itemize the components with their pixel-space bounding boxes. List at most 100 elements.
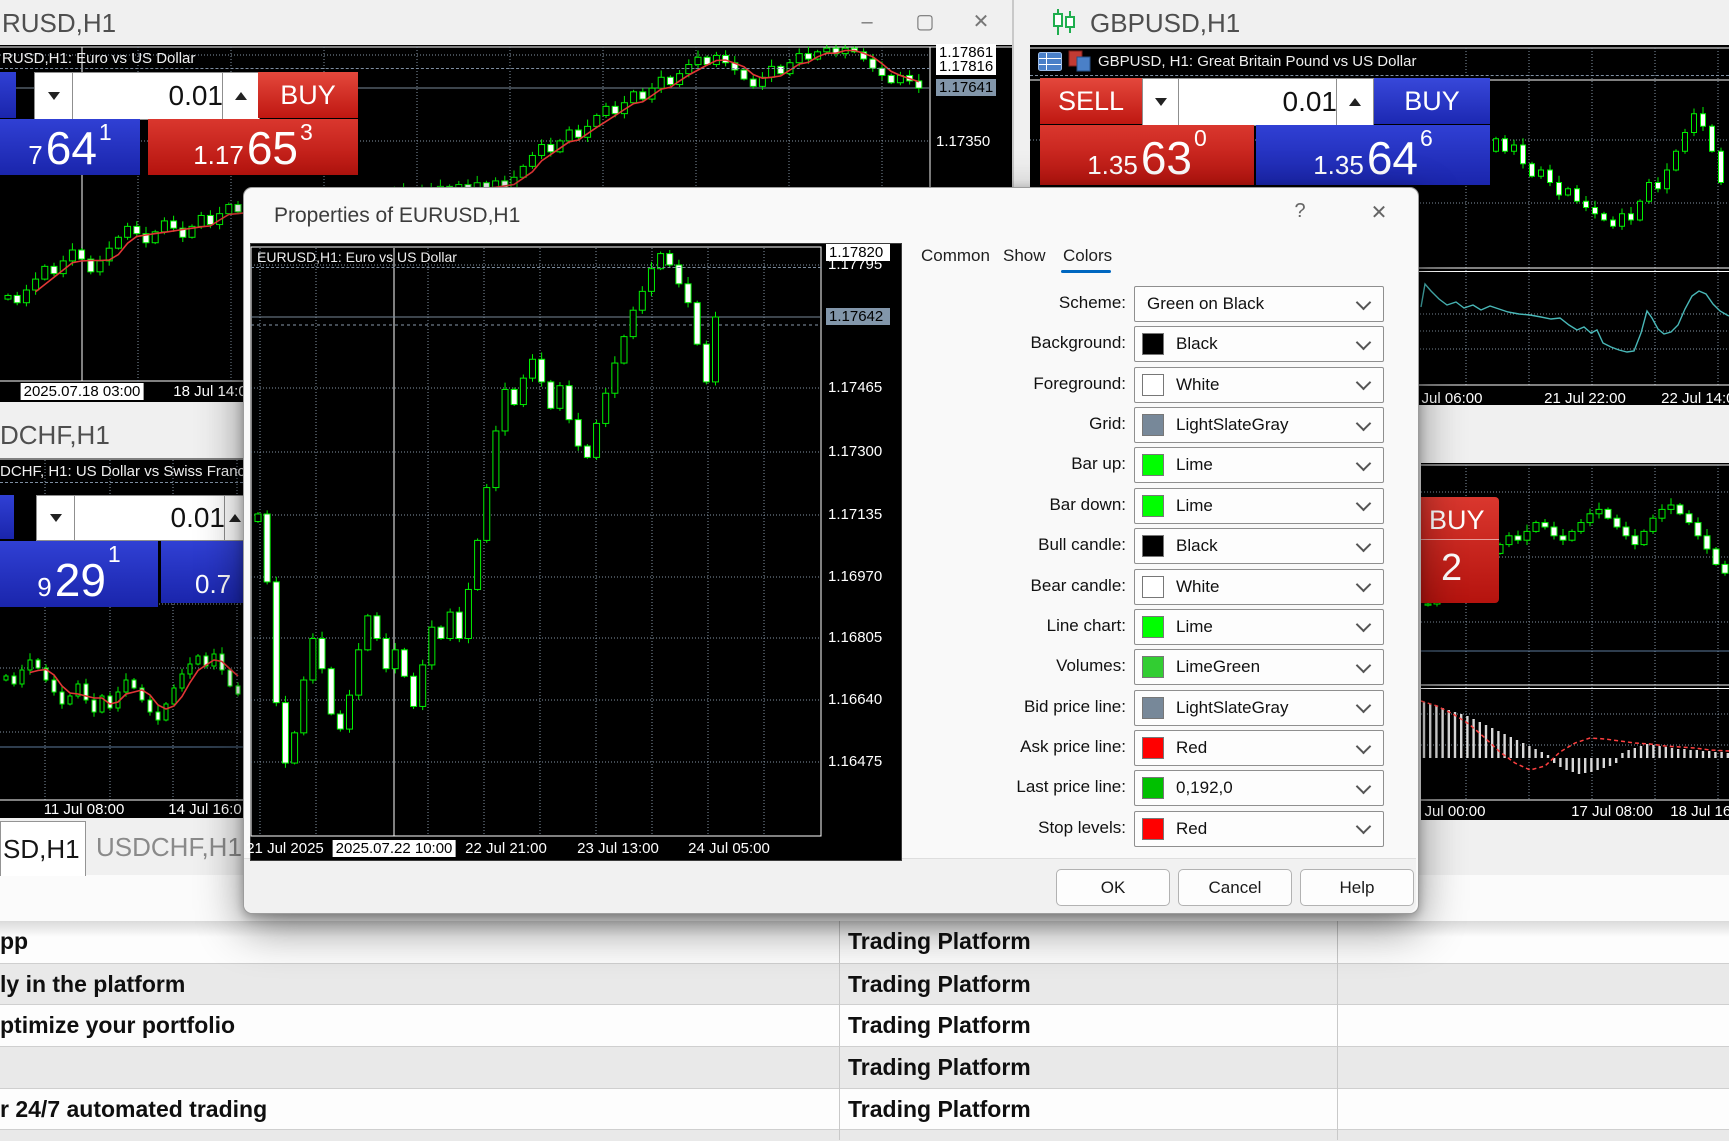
color-swatch [1142, 737, 1164, 759]
table-cell-feature: pp [0, 928, 833, 955]
lot-increase-button[interactable] [224, 495, 245, 541]
table-cell-platform: Trading Platform [848, 1012, 1031, 1039]
table-row[interactable] [0, 1129, 1729, 1141]
preview-chart-canvas[interactable] [250, 243, 900, 859]
dropdown-value: Red [1176, 738, 1358, 758]
eurusd-chart-label: RUSD,H1: Euro vs US Dollar [2, 50, 195, 67]
dropdown-foreground[interactable]: White [1134, 367, 1384, 403]
price-label: 1.16640 [828, 691, 882, 708]
price-label: 1.17465 [828, 379, 882, 396]
date-label: 14 Jul 16:0 [168, 801, 241, 818]
color-swatch [1142, 616, 1164, 638]
usdchf-sell-button-fragment[interactable] [0, 495, 14, 539]
gbpusd-buy-button[interactable]: BUY [1374, 78, 1490, 124]
up-arrow-icon [235, 92, 247, 100]
help-icon[interactable]: ? [1280, 200, 1320, 223]
dropdown-volumes[interactable]: LimeGreen [1134, 649, 1384, 685]
chevron-down-icon [1356, 738, 1372, 754]
usdchf-window-title: DCHF,H1 [0, 420, 110, 451]
tab-show[interactable]: Show [1003, 246, 1046, 266]
close-button[interactable]: ✕ [960, 6, 1002, 38]
dropdown-lastpriceline[interactable]: 0,192,0 [1134, 770, 1384, 806]
date-label: Jul 06:00 [1422, 390, 1483, 407]
tab-usdchf[interactable]: USDCHF,H1 [96, 832, 242, 863]
divider [0, 482, 243, 483]
gbpusd-buy-price[interactable]: 1.35 64 6 [1256, 125, 1490, 185]
lot-decrease-button[interactable] [34, 72, 74, 120]
table-row[interactable]: ly in the platformTrading Platform [0, 963, 1729, 1005]
lot-decrease-button[interactable] [36, 495, 76, 541]
dropdown-grid[interactable]: LightSlateGray [1134, 407, 1384, 443]
price-prefix: 1.35 [1313, 151, 1364, 181]
ok-button[interactable]: OK [1056, 869, 1170, 906]
usdchf-sell-price[interactable]: 9 29 1 [0, 541, 158, 607]
tab-eurusd[interactable]: SD,H1 [0, 821, 86, 876]
dropdown-background[interactable]: Black [1134, 326, 1384, 362]
minimize-button[interactable]: – [846, 6, 888, 38]
price-prefix: 1.17 [193, 141, 244, 171]
price-fragment: 0.7 [195, 569, 231, 600]
color-swatch [1142, 535, 1164, 557]
price-label: 1.16970 [828, 568, 882, 585]
dropdown-scheme[interactable]: Green on Black [1134, 286, 1384, 322]
eurusd-buy-price[interactable]: 1.17 65 3 [148, 119, 358, 175]
dialog-close-icon[interactable]: ✕ [1359, 200, 1399, 225]
price-big: 65 [247, 127, 298, 171]
usdchf-chart-label: DCHF, H1: US Dollar vs Swiss Franc [0, 463, 243, 480]
dropdown-bearcandle[interactable]: White [1134, 569, 1384, 605]
price-label: 1.17350 [936, 133, 990, 150]
gbpusd-lot-input[interactable]: 0.01 [1178, 78, 1348, 126]
price-big: 63 [1141, 137, 1192, 181]
price-sup: 6 [1420, 127, 1433, 150]
eurusd-sell-price[interactable]: 7 64 1 [0, 119, 140, 175]
dropdown-stoplevels[interactable]: Red [1134, 811, 1384, 847]
chevron-down-icon [1356, 779, 1372, 795]
divider [251, 267, 821, 268]
lot-increase-button[interactable] [1336, 78, 1374, 126]
bottom-right-buy-button[interactable]: BUY 2 [1421, 497, 1499, 603]
candlesticks-icon [1051, 8, 1077, 36]
dropdown-linechart[interactable]: Lime [1134, 609, 1384, 645]
color-swatch [1142, 454, 1164, 476]
divider [1030, 75, 1729, 76]
dropdown-askpriceline[interactable]: Red [1134, 730, 1384, 766]
color-swatch [1142, 697, 1164, 719]
tab-common[interactable]: Common [921, 246, 990, 266]
lot-increase-button[interactable] [222, 72, 260, 120]
dropdown-bardown[interactable]: Lime [1134, 488, 1384, 524]
tab-label: SD,H1 [3, 834, 80, 865]
up-arrow-icon [1349, 98, 1361, 106]
eurusd-lot-input[interactable]: 0.01 [72, 72, 234, 120]
eurusd-sell-button-fragment[interactable] [0, 72, 16, 118]
clipboard-icon[interactable] [1068, 50, 1092, 72]
gbpusd-sell-button[interactable]: SELL [1040, 78, 1142, 124]
usdchf-lot-input[interactable]: 0.01 [74, 495, 236, 541]
eurusd-buy-button[interactable]: BUY [258, 72, 358, 118]
table-row[interactable]: Trading Platform [0, 1046, 1729, 1089]
price-prefix: 1.35 [1087, 151, 1138, 181]
dropdown-value: LightSlateGray [1176, 698, 1358, 718]
dropdown-value: LimeGreen [1176, 657, 1358, 677]
dropdown-value: Black [1176, 334, 1358, 354]
gbpusd-sell-price[interactable]: 1.35 63 0 [1040, 125, 1254, 185]
date-label: 22 Jul 21:00 [465, 840, 547, 857]
table-row[interactable]: ppTrading Platform [0, 921, 1729, 963]
dropdown-barup[interactable]: Lime [1134, 447, 1384, 483]
preview-chart-label: EURUSD,H1: Euro vs US Dollar [257, 249, 457, 265]
date-label: 11 Jul 08:00 [44, 801, 125, 818]
table-row[interactable]: ptimize your portfolioTrading Platform [0, 1004, 1729, 1047]
grid-icon[interactable] [1038, 52, 1062, 71]
maximize-button[interactable]: ▢ [904, 6, 946, 38]
dropdown-bidpriceline[interactable]: LightSlateGray [1134, 690, 1384, 726]
table-row[interactable]: r 24/7 automated tradingTrading Platform [0, 1088, 1729, 1130]
lot-decrease-button[interactable] [1142, 78, 1180, 126]
usdchf-buy-price[interactable]: 0.7 [161, 541, 243, 603]
chevron-down-icon [1356, 819, 1372, 835]
dropdown-bullcandle[interactable]: Black [1134, 528, 1384, 564]
color-swatch [1142, 656, 1164, 678]
cancel-button[interactable]: Cancel [1178, 869, 1292, 906]
price-sup: 3 [300, 121, 313, 144]
tab-colors[interactable]: Colors [1063, 246, 1112, 266]
metatrader-workspace: { "eurusd": { "title": "RUSD,H1", "contr… [0, 0, 1729, 1140]
help-button[interactable]: Help [1300, 869, 1414, 906]
